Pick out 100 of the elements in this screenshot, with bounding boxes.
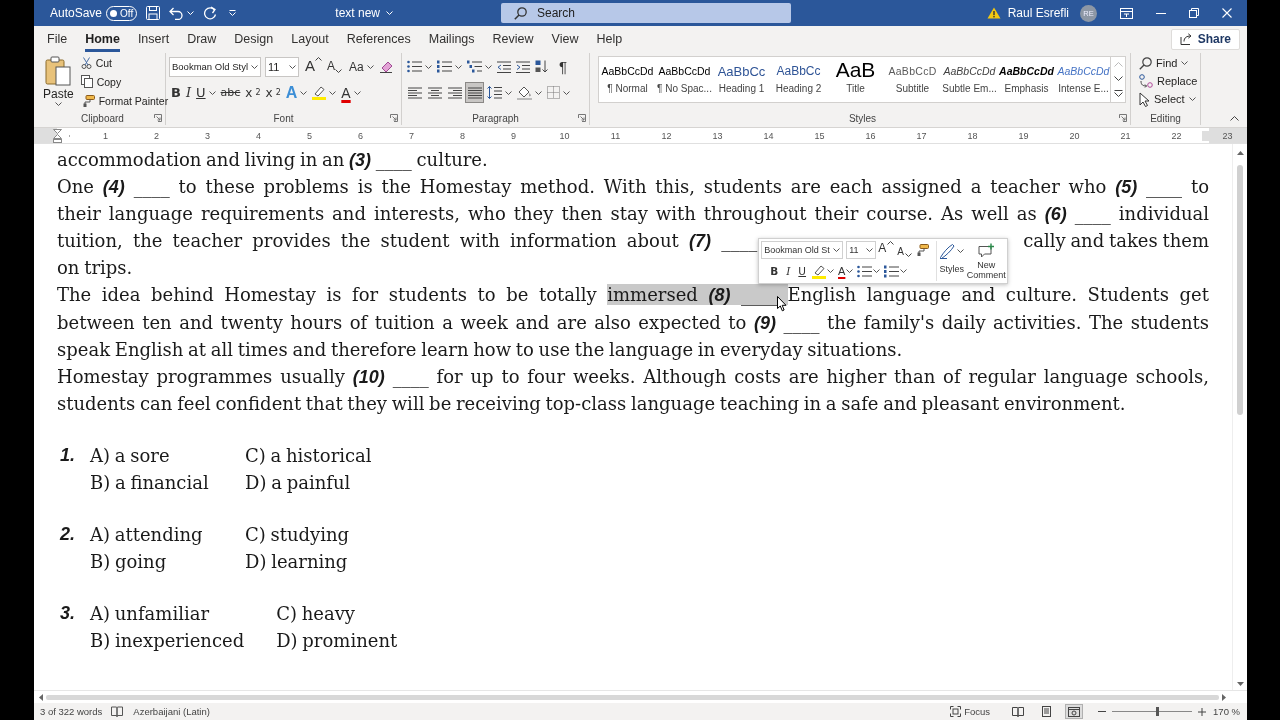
horizontal-scrollbar[interactable]: [34, 690, 1247, 703]
gallery-more-icon[interactable]: [1113, 90, 1123, 98]
warning-icon[interactable]: [986, 7, 1001, 19]
answer-option: D) a painful: [245, 469, 351, 497]
ribbon-tab[interactable]: Insert: [137, 26, 170, 52]
paragraph-text: Homestay programmes usually (10) ____ for up to four weeks. Although costs are higher than of regular language schools,: [57, 365, 1209, 387]
font-size-field[interactable]: 11: [846, 241, 877, 260]
proofing-book-icon[interactable]: [111, 706, 124, 717]
undo-icon[interactable]: [169, 6, 184, 20]
ribbon-tab[interactable]: Review: [492, 26, 534, 52]
scrollbar-thumb[interactable]: [1237, 165, 1243, 415]
ribbon-tab[interactable]: Design: [234, 26, 274, 52]
italic-button[interactable]: I: [783, 262, 794, 281]
style-item[interactable]: AaBbCcDd Intense E...: [1055, 57, 1112, 102]
cut-button[interactable]: Cut: [78, 53, 171, 72]
document-title[interactable]: text new: [335, 6, 393, 20]
close-icon[interactable]: [1222, 8, 1232, 18]
zoom-slider-thumb[interactable]: [1155, 707, 1159, 716]
dialog-launcher-icon[interactable]: [390, 114, 398, 122]
styles-button[interactable]: Styles: [937, 241, 967, 282]
ribbon-tab[interactable]: Draw: [187, 26, 217, 52]
indent-marker-icon[interactable]: [53, 129, 62, 143]
share-button[interactable]: Share: [1170, 28, 1240, 50]
redo-icon[interactable]: [203, 6, 218, 20]
new-comment-button[interactable]: New Comment: [966, 241, 1007, 282]
select-button[interactable]: Select: [1137, 90, 1200, 108]
customize-caret-icon[interactable]: [229, 10, 237, 16]
grow-font-button[interactable]: A: [877, 241, 896, 260]
font-color-button[interactable]: A: [837, 262, 855, 281]
find-button[interactable]: Find: [1137, 54, 1200, 72]
ribbon-display-icon[interactable]: [1120, 7, 1133, 19]
dialog-launcher-icon[interactable]: [578, 114, 586, 122]
ribbon-tab[interactable]: Layout: [291, 26, 329, 52]
language-label[interactable]: Azerbaijani (Latin): [133, 706, 210, 717]
word-count[interactable]: 3 of 322 words: [40, 706, 103, 717]
style-item[interactable]: AaBbCc Heading 2: [770, 57, 827, 102]
style-preview: AaBbCc: [717, 65, 766, 78]
scroll-left-icon[interactable]: [39, 693, 43, 701]
gallery-down-icon[interactable]: [1113, 76, 1123, 81]
strikethrough-button[interactable]: abc: [218, 82, 243, 103]
underline-button[interactable]: U: [194, 82, 218, 103]
paste-button[interactable]: Paste: [43, 53, 74, 111]
style-item[interactable]: AaBbCcDd ¶ No Spac...: [656, 57, 713, 102]
font-name-field[interactable]: Bookman Old Styl: [169, 56, 261, 77]
ribbon-tab[interactable]: References: [346, 26, 411, 52]
align-justify-button[interactable]: [465, 82, 484, 103]
format-painter-button[interactable]: Format Painter: [78, 91, 171, 110]
restore-icon[interactable]: [1189, 8, 1199, 18]
minimize-icon[interactable]: [1156, 12, 1166, 14]
shrink-font-button[interactable]: A: [896, 241, 913, 260]
zoom-in-icon[interactable]: [1198, 707, 1207, 716]
bold-button[interactable]: B: [169, 82, 183, 103]
style-item[interactable]: AaBbCcD Subtitle: [884, 57, 941, 102]
ribbon-tab[interactable]: Mailings: [428, 26, 475, 52]
copy-button[interactable]: Copy: [78, 72, 171, 91]
zoom-level[interactable]: 170 %: [1213, 706, 1240, 717]
ruler-number: 13: [712, 130, 723, 141]
bold-button[interactable]: B: [767, 262, 782, 281]
group-label: Styles: [848, 112, 877, 124]
caret-down-icon: [251, 64, 258, 69]
scrollbar-thumb[interactable]: [46, 694, 1219, 700]
focus-button[interactable]: Focus: [950, 706, 991, 717]
ruler-number: 23: [1222, 130, 1233, 141]
caret-down-icon: [846, 269, 854, 274]
replace-button[interactable]: Replace: [1137, 72, 1200, 90]
show-marks-button[interactable]: ¶: [557, 56, 570, 77]
italic-button[interactable]: I: [183, 82, 194, 103]
font-name-field[interactable]: Bookman Old St: [761, 241, 844, 260]
caret-down-icon[interactable]: [187, 11, 195, 15]
ribbon-tab[interactable]: View: [551, 26, 579, 52]
style-item[interactable]: AaB Title: [827, 57, 884, 102]
vertical-scrollbar[interactable]: [1232, 144, 1247, 690]
web-view-button[interactable]: [1065, 704, 1084, 719]
change-case-button[interactable]: Aa: [347, 56, 376, 77]
dialog-launcher-icon[interactable]: [1119, 114, 1127, 122]
ribbon-tab[interactable]: Help: [596, 26, 623, 52]
grow-font-button[interactable]: A: [303, 56, 324, 77]
dialog-launcher-icon[interactable]: [154, 114, 162, 122]
scroll-right-icon[interactable]: [1222, 693, 1226, 701]
scroll-up-icon[interactable]: [1236, 151, 1244, 155]
font-color-button[interactable]: A: [339, 82, 363, 103]
user-name[interactable]: Raul Esrefli: [1007, 6, 1069, 20]
style-name: Intense E...: [1058, 83, 1109, 94]
style-item[interactable]: AaBbCcDd Subtle Em...: [941, 57, 998, 102]
style-item[interactable]: AaBbCcDd Emphasis: [998, 57, 1055, 102]
superscript-button[interactable]: x$^{2}$: [263, 82, 283, 103]
style-item[interactable]: AaBbCcDd ¶ Normal: [599, 57, 656, 102]
ribbon-tab[interactable]: File: [47, 26, 68, 52]
caret-down-icon: [827, 269, 835, 274]
answer-option: A) unfamiliar: [90, 600, 245, 628]
caret-down-icon: [353, 90, 361, 95]
underline-button[interactable]: U: [795, 262, 810, 281]
style-item[interactable]: AaBbCc Heading 1: [713, 57, 770, 102]
shrink-font-button[interactable]: A: [325, 56, 345, 77]
collapse-ribbon-icon[interactable]: [1230, 116, 1239, 121]
search-field[interactable]: Search: [501, 3, 791, 23]
scroll-down-icon[interactable]: [1236, 682, 1244, 686]
ribbon-tab[interactable]: Home: [85, 26, 120, 52]
save-icon[interactable]: [146, 6, 161, 20]
font-size-field[interactable]: 11: [265, 56, 299, 77]
